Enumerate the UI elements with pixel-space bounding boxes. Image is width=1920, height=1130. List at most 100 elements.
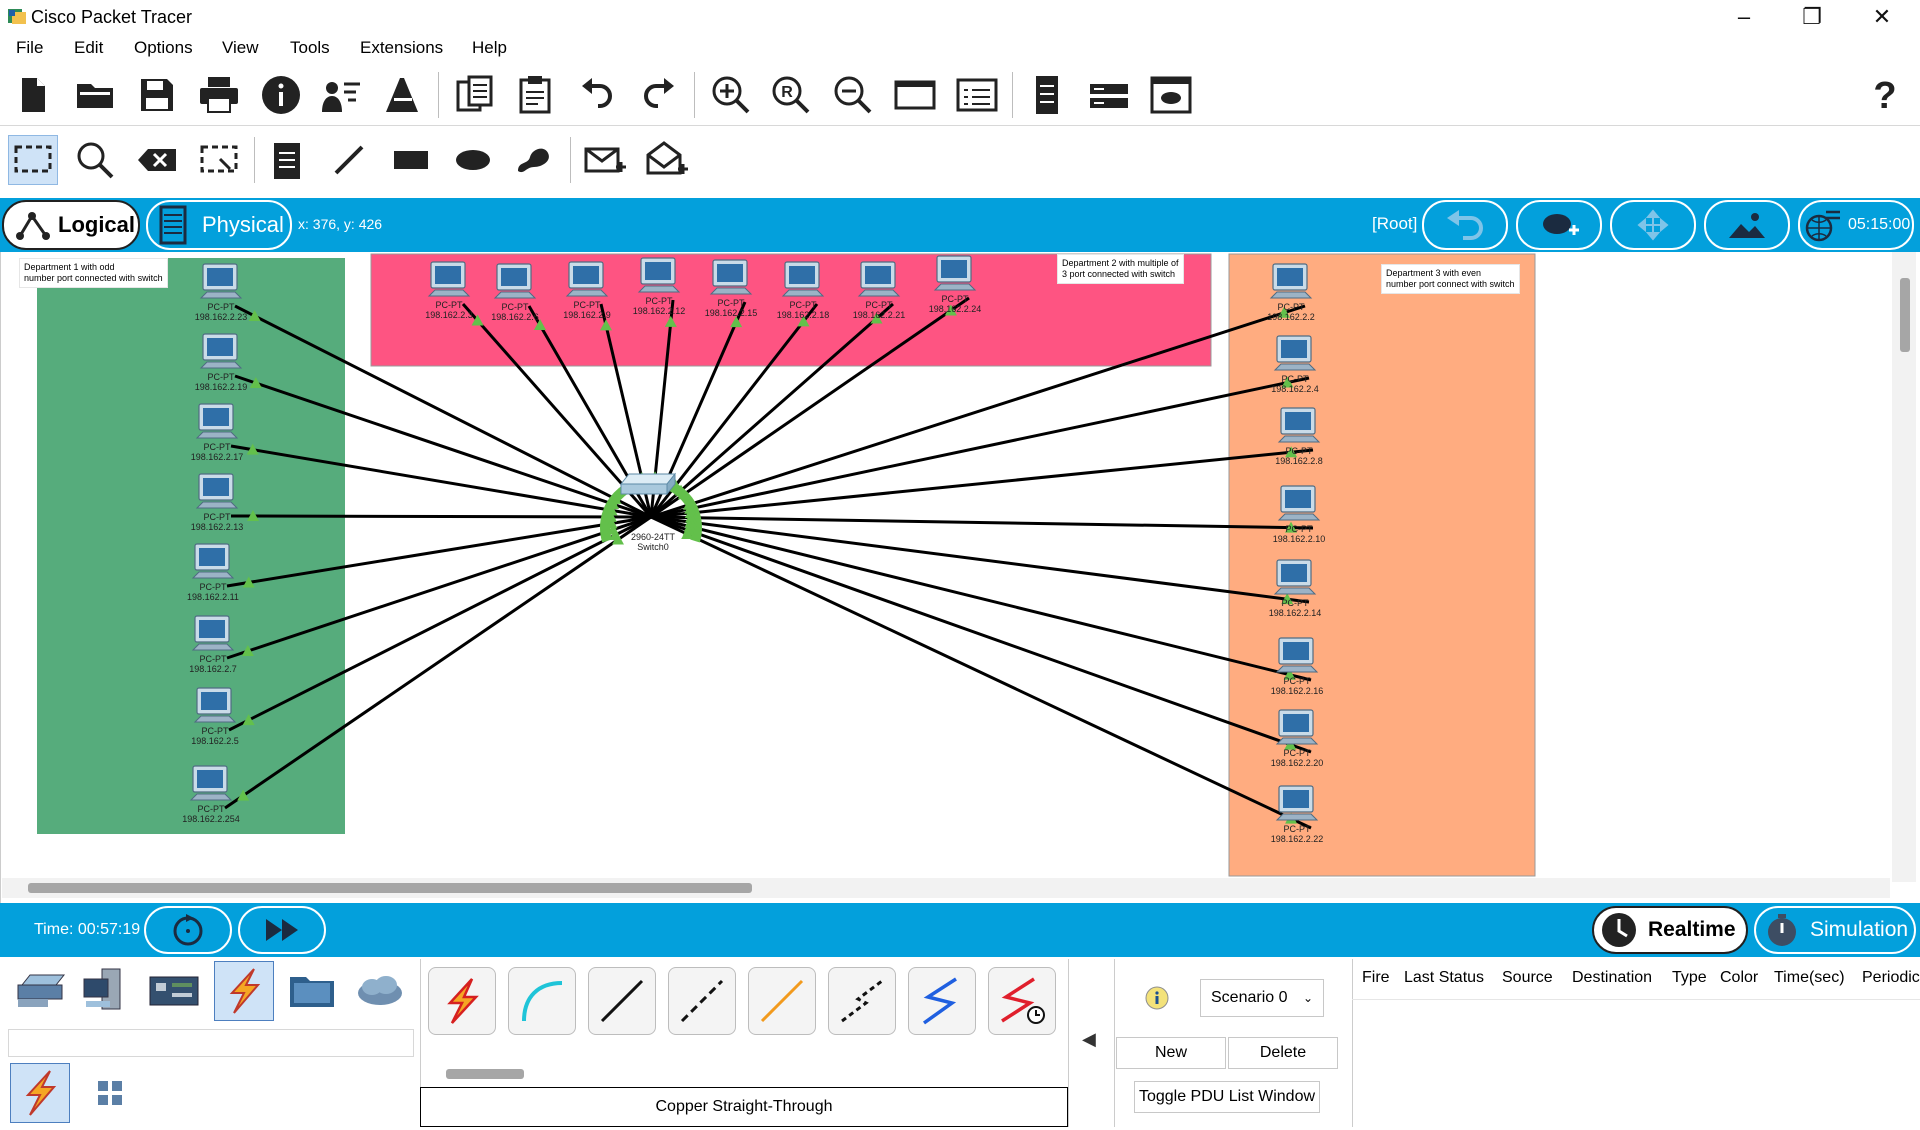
realtime-mode-button[interactable]: Realtime: [1592, 906, 1748, 954]
viewport-icon[interactable]: [1022, 70, 1072, 120]
menu-file[interactable]: File: [16, 38, 43, 58]
topology-canvas[interactable]: PC-PT198.162.2.23PC-PT198.162.2.19PC-PT1…: [1, 252, 1891, 878]
ethernet-link[interactable]: [650, 515, 1314, 530]
set-background-button[interactable]: [1704, 200, 1790, 250]
logical-view-tab[interactable]: Logical: [2, 200, 140, 250]
pdu-col-fire[interactable]: Fire: [1362, 969, 1390, 987]
vertical-scrollbar[interactable]: [1892, 252, 1916, 882]
move-object-button[interactable]: [1610, 200, 1696, 250]
help-icon[interactable]: ?: [1860, 70, 1910, 120]
pc-icon: [1269, 263, 1313, 299]
menu-options[interactable]: Options: [134, 38, 193, 58]
undo-icon[interactable]: [572, 70, 622, 120]
copper-cross-over-icon[interactable]: [668, 967, 736, 1035]
console-cable-icon[interactable]: [508, 967, 576, 1035]
pdu-col-type[interactable]: Type: [1672, 969, 1707, 987]
power-cycle-button[interactable]: [144, 906, 232, 954]
ethernet-link[interactable]: [650, 515, 1310, 604]
select-icon[interactable]: [8, 135, 58, 185]
simulation-mode-button[interactable]: Simulation: [1754, 906, 1916, 954]
activity-wizard-icon[interactable]: [316, 70, 366, 120]
logical-workspace[interactable]: PC-PT 198.162.2.23 PC-PT 198.162.2.19 PC-PT 1…: [0, 252, 1920, 903]
menu-help[interactable]: Help: [472, 38, 507, 58]
resize-shape-icon[interactable]: [194, 135, 244, 185]
print-icon[interactable]: [194, 70, 244, 120]
viewport-clock-button[interactable]: 05:15:00: [1798, 200, 1914, 250]
drawing-palette-icon[interactable]: [890, 70, 940, 120]
zoom-out-icon[interactable]: [828, 70, 878, 120]
maximize-icon[interactable]: ❐: [1782, 2, 1842, 32]
fast-forward-button[interactable]: [238, 906, 326, 954]
device-search-field[interactable]: [8, 1029, 414, 1057]
multiuser-icon[interactable]: [350, 961, 410, 1021]
serial-dce-icon[interactable]: [988, 967, 1056, 1035]
network-devices-icon[interactable]: [10, 961, 70, 1021]
place-note-icon[interactable]: [262, 135, 312, 185]
custom-device-icon[interactable]: [378, 70, 428, 120]
redo-icon[interactable]: [634, 70, 684, 120]
pc-ip-address: 198.162.2.10: [1273, 534, 1326, 544]
collapse-arrow-icon[interactable]: ◀: [1082, 1029, 1096, 1050]
save-icon[interactable]: [132, 70, 182, 120]
fiber-icon[interactable]: [748, 967, 816, 1035]
menu-tools[interactable]: Tools: [290, 38, 330, 58]
pdu-col-color[interactable]: Color: [1720, 969, 1758, 987]
network-info-icon[interactable]: [1084, 70, 1134, 120]
info-icon[interactable]: [256, 70, 306, 120]
vertical-scroll-thumb[interactable]: [1900, 278, 1910, 352]
inspect-icon[interactable]: [70, 135, 120, 185]
ethernet-link[interactable]: [650, 515, 1312, 754]
zoom-reset-icon[interactable]: R: [766, 70, 816, 120]
copy-icon[interactable]: [450, 70, 500, 120]
scenario-select[interactable]: Scenario 0 ⌄: [1200, 979, 1324, 1017]
ethernet-link[interactable]: [650, 515, 1312, 830]
grid-icon[interactable]: [80, 1063, 140, 1123]
close-icon[interactable]: ✕: [1852, 2, 1912, 32]
menu-view[interactable]: View: [222, 38, 259, 58]
new-file-icon[interactable]: [8, 70, 58, 120]
pdu-col-time[interactable]: Time(sec): [1774, 969, 1845, 987]
menu-edit[interactable]: Edit: [74, 38, 103, 58]
add-simple-pdu-icon[interactable]: [580, 135, 630, 185]
custom-devices-dialog-icon[interactable]: [952, 70, 1002, 120]
scenario-info-icon[interactable]: [1144, 985, 1170, 1011]
pdu-col-destination[interactable]: Destination: [1572, 969, 1652, 987]
new-cluster-button[interactable]: [1516, 200, 1602, 250]
draw-rectangle-icon[interactable]: [386, 135, 436, 185]
pdu-col-source[interactable]: Source: [1502, 969, 1553, 987]
phone-cable-icon[interactable]: [828, 967, 896, 1035]
subcategory-connections-icon[interactable]: [10, 1063, 70, 1123]
paste-icon[interactable]: [510, 70, 560, 120]
menu-extensions[interactable]: Extensions: [360, 38, 443, 58]
toggle-pdu-list-button[interactable]: Toggle PDU List Window: [1134, 1081, 1320, 1113]
components-icon[interactable]: [144, 961, 204, 1021]
connections-icon[interactable]: [214, 961, 274, 1021]
minimize-icon[interactable]: –: [1714, 2, 1774, 32]
delete-scenario-button[interactable]: Delete: [1228, 1037, 1338, 1069]
end-devices-icon[interactable]: [76, 961, 136, 1021]
screenshot-icon[interactable]: [1146, 70, 1196, 120]
new-scenario-button[interactable]: New: [1116, 1037, 1226, 1069]
back-button[interactable]: [1422, 200, 1508, 250]
pc-icon: [199, 333, 243, 369]
pdu-col-periodic[interactable]: Periodic: [1862, 969, 1920, 987]
ethernet-link[interactable]: [650, 515, 1312, 682]
draw-line-icon[interactable]: [324, 135, 374, 185]
horizontal-scroll-thumb[interactable]: [28, 883, 752, 893]
draw-ellipse-icon[interactable]: [448, 135, 498, 185]
delete-icon[interactable]: [132, 135, 182, 185]
automatic-connection-icon[interactable]: [428, 967, 496, 1035]
miscellaneous-icon[interactable]: [282, 961, 342, 1021]
connections-scroll-thumb[interactable]: [446, 1069, 524, 1079]
horizontal-scrollbar[interactable]: [2, 878, 1890, 898]
ethernet-link[interactable]: [230, 514, 652, 519]
draw-freeform-icon[interactable]: [508, 135, 558, 185]
pdu-col-last-status[interactable]: Last Status: [1404, 969, 1484, 987]
add-complex-pdu-icon[interactable]: [642, 135, 692, 185]
root-breadcrumb[interactable]: [Root]: [1372, 214, 1417, 234]
coaxial-icon[interactable]: [908, 967, 976, 1035]
open-folder-icon[interactable]: [70, 70, 120, 120]
physical-view-tab[interactable]: Physical: [146, 200, 292, 250]
copper-straight-through-icon[interactable]: [588, 967, 656, 1035]
zoom-in-icon[interactable]: [706, 70, 756, 120]
